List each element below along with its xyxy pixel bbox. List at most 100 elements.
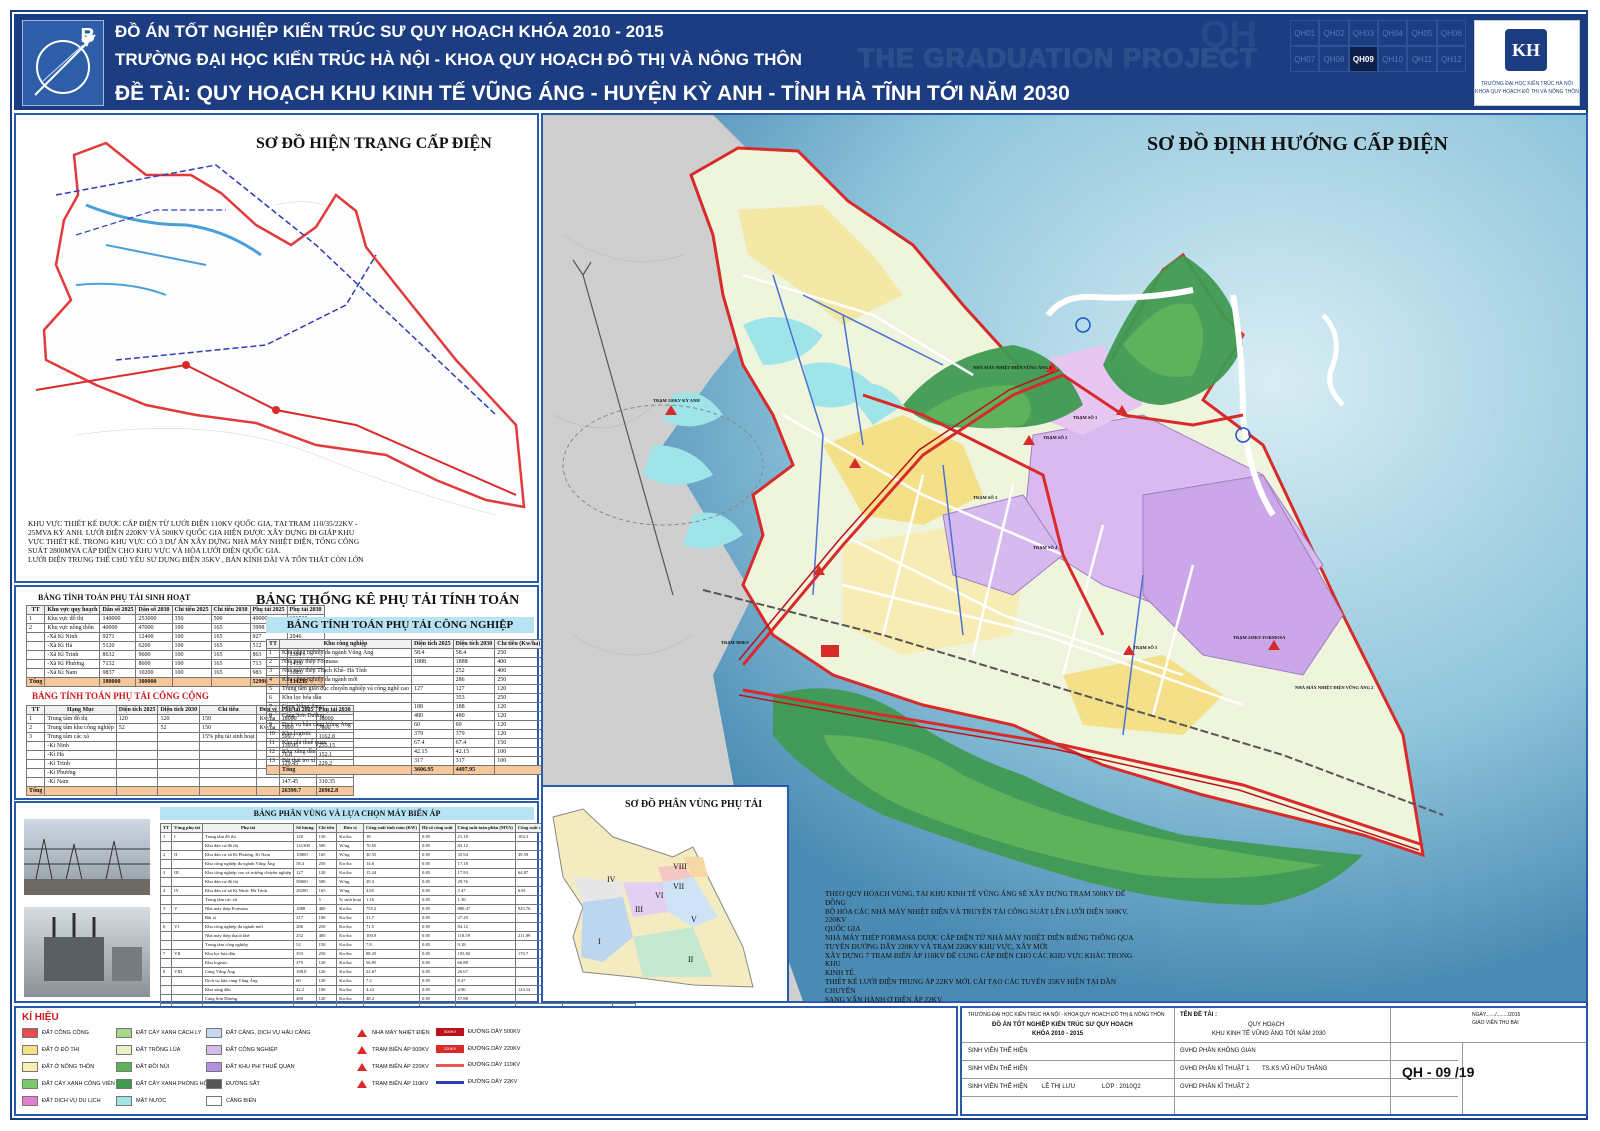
- zone-label: VII: [673, 882, 685, 891]
- table-cell: 4.96: [454, 985, 516, 995]
- table-cell: [199, 786, 258, 796]
- table-cell: 120: [494, 729, 544, 739]
- table-cell: 48.2: [362, 994, 421, 1004]
- table-cell: 70.65: [362, 841, 421, 851]
- table-cell: 8: [159, 967, 173, 977]
- table-cell: Khu công nghiệp đa ngành mới: [201, 922, 295, 932]
- table-cell: [25, 632, 46, 642]
- table-cell: 30.55: [362, 850, 421, 860]
- table-cell: 120: [315, 868, 338, 878]
- legend-swatch: [22, 1062, 38, 1072]
- table-cell: -Kì Phương: [44, 768, 117, 778]
- table-cell: [25, 750, 46, 760]
- table-cell: 8632: [99, 650, 137, 660]
- table-cell: 42.2: [293, 985, 317, 995]
- table-header-cell: Công suất toàn phần (MVA): [454, 823, 516, 833]
- table-cell: Khu dân cư xã Kì Phương, Kì Nam: [201, 850, 295, 860]
- table-cell: Nhà máy thép thạch khê: [201, 931, 295, 941]
- table-header-cell: Chỉ tiêu 2030: [210, 605, 251, 615]
- table-cell: Kw/ha: [336, 904, 364, 914]
- legend-label: ĐẤT CÂY XANH PHÒNG HỘ: [136, 1081, 208, 1087]
- station-label: TRẠM SỐ 4: [1033, 545, 1058, 550]
- table-cell: 84.12: [454, 922, 516, 932]
- table-cell: 165: [315, 886, 338, 896]
- table-cell: 18800: [293, 850, 317, 860]
- logo-letter: B: [80, 25, 95, 47]
- table-cell: W/ng: [336, 850, 364, 860]
- table-cell: 0.85: [419, 895, 456, 905]
- table-cell: 21.18: [454, 832, 516, 842]
- table-cell: W/ng: [336, 841, 364, 851]
- legend-label: ĐẤT CÔNG NGHIỆP: [226, 1047, 278, 1053]
- table-cell: [115, 750, 159, 760]
- table-cell: 165: [315, 850, 338, 860]
- substation-photo-2: [24, 907, 150, 997]
- table-cell: 4497.95: [452, 765, 496, 775]
- title-block: TRƯỜNG ĐẠI HỌC KIẾN TRÚC HÀ NỘI - KHOA Q…: [960, 1006, 1588, 1116]
- station-label: NHÀ MÁY NHIỆT ĐIỆN VŨNG ÁNG 1: [973, 365, 1052, 370]
- table-cell: 0.85: [419, 958, 456, 968]
- line-swatch: [436, 1063, 464, 1067]
- table-cell: 9: [265, 720, 281, 730]
- table-cell: Trung tâm đô thị: [44, 714, 117, 724]
- station-label: TRẠM SỐ 5: [1133, 645, 1158, 650]
- legend-label: ĐƯỜNG SẮT: [226, 1081, 260, 1087]
- table-cell: 0.85: [419, 994, 456, 1004]
- table-cell: 1.16: [362, 895, 421, 905]
- table-cell: Khu công nghiệp đa ngành Vũng Áng: [201, 859, 295, 869]
- table-cell: -Xã Kì Nam: [44, 668, 101, 678]
- table-cell: 118.59: [454, 931, 516, 941]
- project-title: ĐỀ TÀI: QUY HOẠCH KHU KINH TẾ VŨNG ÁNG -…: [115, 82, 1070, 105]
- station-label: TRẠM SỐ 1: [1073, 415, 1098, 420]
- table-cell: [159, 877, 173, 887]
- table-cell: 100: [171, 632, 212, 642]
- table-cell: [25, 659, 46, 669]
- legend-swatch: [116, 1028, 132, 1038]
- legend-label: ĐẤT CÂY XANH CÁCH LY: [136, 1030, 202, 1036]
- legend-item: ĐẤT TRỒNG LÚA: [116, 1045, 180, 1055]
- header-line-1: ĐỒ ÁN TỐT NGHIỆP KIẾN TRÚC SƯ QUY HOẠCH …: [115, 22, 664, 41]
- legend-swatch: [206, 1079, 222, 1089]
- legend-label: TRẠM BIẾN ÁP 500KV: [372, 1047, 429, 1053]
- table-cell: 4.65: [362, 886, 421, 896]
- table-cell: Khu lọc hóa dầu: [201, 949, 295, 959]
- table-cell: 12400: [135, 632, 173, 642]
- table-cell: 0.85: [419, 967, 456, 977]
- table-cell: 120: [157, 714, 201, 724]
- legend-swatch: [22, 1079, 38, 1089]
- existing-power-map-panel: SƠ ĐỒ HIỆN TRẠNG CẤP ĐIỆN KHU VỰC THIẾT …: [14, 113, 539, 583]
- table-header-cell: TT: [265, 639, 281, 649]
- table-cell: 165: [210, 641, 251, 651]
- legend-swatch: [22, 1045, 38, 1055]
- table-cell: Kw/ha: [336, 976, 364, 986]
- table-cell: Tổng: [279, 765, 412, 775]
- table-cell: [157, 741, 201, 751]
- table-cell: [157, 777, 201, 787]
- table-cell: Nhà máy thép Formasa: [201, 904, 295, 914]
- table-header-cell: Hạng Mục: [44, 705, 117, 715]
- project-line-2: KHÓA 2010 - 2015: [1032, 1031, 1084, 1037]
- note-line: THIẾT KẾ LƯỚI ĐIỆN TRUNG ÁP 22KV MỚI, CẢ…: [825, 976, 1117, 995]
- table-cell: 52: [293, 940, 317, 950]
- table-cell: 2: [159, 850, 173, 860]
- table-cell: [265, 765, 281, 775]
- table-cell: 120: [315, 976, 338, 986]
- table-cell: [159, 958, 173, 968]
- table-header-cell: Chỉ tiêu 2025: [171, 605, 212, 615]
- school-name: TRƯỜNG ĐẠI HỌC KIẾN TRÚC HÀ NỘI - KHOA Q…: [968, 1012, 1165, 1018]
- table-cell: 150: [199, 714, 258, 724]
- table-cell: 47000: [135, 623, 173, 633]
- table-cell: -Xã Kì Hà: [44, 641, 101, 651]
- table-header-cell: Hệ số công suất: [419, 823, 456, 833]
- legend-label: MẶT NƯỚC: [136, 1098, 167, 1104]
- table-cell: 400: [315, 931, 338, 941]
- table-cell: Khu công nghiệp đa ngành Vũng Áng: [279, 648, 412, 658]
- table-cell: 1: [25, 614, 46, 624]
- table-cell: [171, 913, 203, 923]
- table-cell: 150: [315, 940, 338, 950]
- table-cell: Khu logistic: [279, 729, 412, 739]
- table-cell: Cảng Sơn Dương: [201, 994, 295, 1004]
- table-cell: Tổng: [25, 677, 46, 687]
- table-cell: 100: [315, 985, 338, 995]
- table-cell: -Kì Hà: [44, 750, 117, 760]
